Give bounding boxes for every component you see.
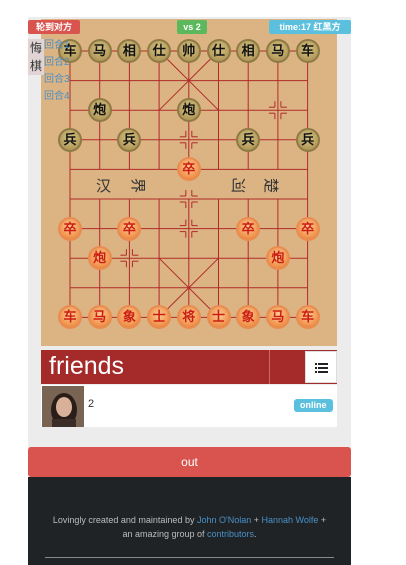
move-history: 回合1 回合2 回合3 回合4 bbox=[44, 39, 70, 107]
river-char: 界 bbox=[129, 177, 148, 194]
move-item[interactable]: 回合4 bbox=[44, 90, 70, 107]
move-item[interactable]: 回合1 bbox=[44, 39, 70, 56]
game-app: 汉 界 河 楚 车马相仕帅仕相马车炮炮兵兵兵兵卒卒卒卒卒炮炮车马象士将士象马车 … bbox=[28, 17, 351, 565]
friends-header: friends bbox=[41, 350, 337, 384]
red-piece[interactable]: 车 bbox=[295, 305, 320, 330]
river-char: 楚 bbox=[262, 177, 281, 194]
black-piece[interactable]: 兵 bbox=[58, 127, 82, 152]
author-link[interactable]: Hannah Wolfe bbox=[261, 515, 318, 525]
header-divider bbox=[269, 350, 270, 384]
red-piece[interactable]: 士 bbox=[206, 305, 231, 330]
out-button[interactable]: out bbox=[28, 447, 351, 477]
author-link[interactable]: John O'Nolan bbox=[197, 515, 251, 525]
red-piece[interactable]: 马 bbox=[87, 305, 112, 330]
red-piece[interactable]: 炮 bbox=[87, 246, 112, 271]
red-piece[interactable]: 卒 bbox=[295, 216, 320, 241]
friends-title: friends bbox=[49, 352, 125, 380]
red-piece[interactable]: 炮 bbox=[265, 246, 290, 271]
avatar bbox=[42, 386, 84, 427]
black-piece[interactable]: 炮 bbox=[87, 98, 112, 123]
footer-text: + bbox=[251, 515, 262, 525]
friend-name: 2 bbox=[88, 398, 95, 410]
list-icon bbox=[315, 363, 328, 373]
footer-divider bbox=[45, 557, 334, 558]
undo-button[interactable]: 悔棋 bbox=[28, 39, 44, 75]
black-piece[interactable]: 兵 bbox=[295, 127, 320, 152]
contributors-link[interactable]: contributors bbox=[207, 529, 254, 539]
xiangqi-board[interactable]: 汉 界 河 楚 车马相仕帅仕相马车炮炮兵兵兵兵卒卒卒卒卒炮炮车马象士将士象马车 bbox=[41, 19, 337, 346]
black-piece[interactable]: 马 bbox=[265, 39, 290, 63]
board-grid bbox=[69, 50, 309, 318]
footer-text: . bbox=[254, 529, 257, 539]
friend-list-item[interactable]: 2 online bbox=[41, 385, 337, 427]
black-piece[interactable]: 相 bbox=[236, 39, 261, 63]
move-item[interactable]: 回合2 bbox=[44, 56, 70, 73]
black-piece[interactable]: 车 bbox=[295, 39, 320, 63]
black-piece[interactable]: 仕 bbox=[206, 39, 231, 63]
turn-label: 轮到对方 bbox=[28, 20, 80, 34]
black-piece[interactable]: 炮 bbox=[176, 98, 201, 123]
black-piece[interactable]: 马 bbox=[87, 39, 112, 63]
black-piece[interactable]: 帅 bbox=[176, 39, 201, 63]
black-piece[interactable]: 兵 bbox=[236, 127, 261, 152]
status-badge: online bbox=[294, 399, 333, 412]
friends-list-button[interactable] bbox=[305, 351, 337, 383]
move-item[interactable]: 回合3 bbox=[44, 73, 70, 90]
red-piece[interactable]: 卒 bbox=[236, 216, 261, 241]
footer: Lovingly created and maintained by John … bbox=[28, 477, 351, 565]
time-label: time:17 红黑方 bbox=[269, 20, 351, 34]
red-piece[interactable]: 卒 bbox=[58, 216, 82, 241]
red-piece[interactable]: 卒 bbox=[117, 216, 142, 241]
black-piece[interactable]: 仕 bbox=[147, 39, 172, 63]
footer-credits: Lovingly created and maintained by John … bbox=[48, 513, 331, 541]
river-char: 汉 bbox=[96, 177, 112, 195]
river-char: 河 bbox=[231, 176, 247, 194]
vs-label: vs 2 bbox=[177, 20, 207, 34]
footer-text: Lovingly created and maintained by bbox=[52, 515, 197, 525]
